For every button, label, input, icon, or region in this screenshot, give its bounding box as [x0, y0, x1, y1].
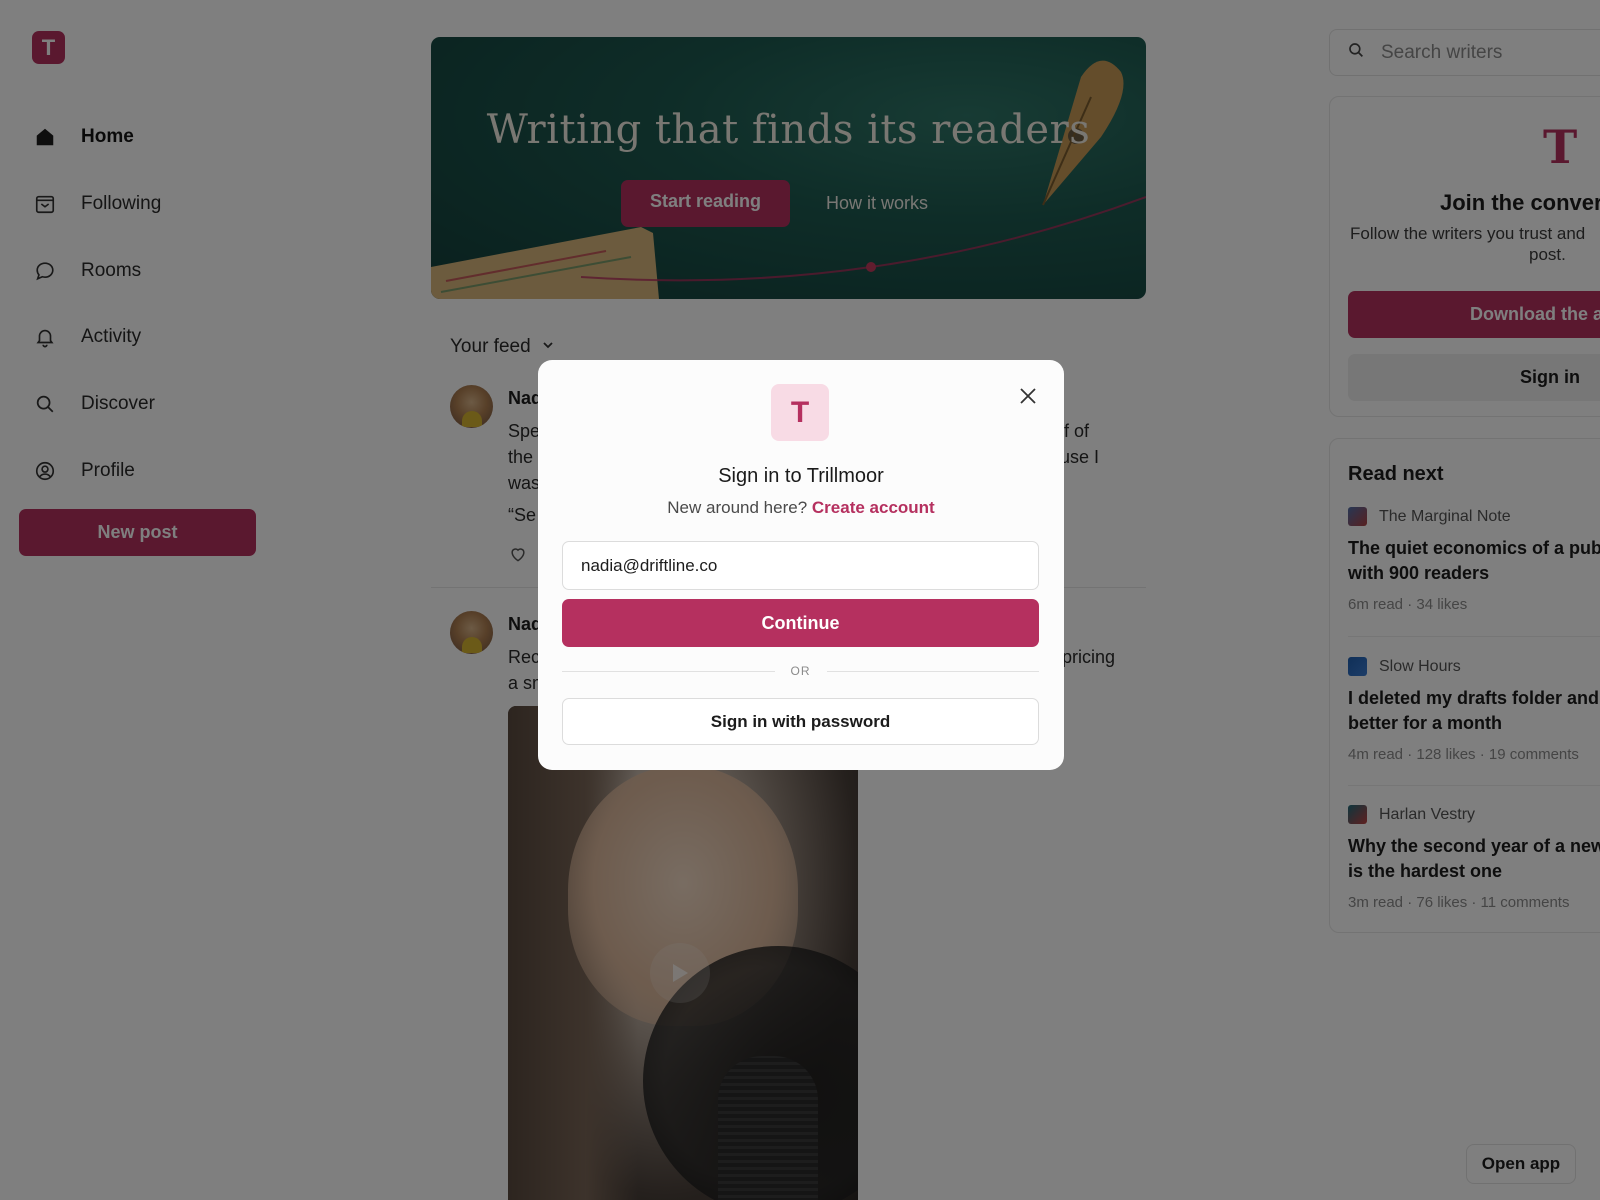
email-field[interactable]: [562, 541, 1039, 590]
or-label: OR: [790, 664, 811, 678]
modal-subtitle-text: New around here?: [667, 498, 808, 517]
modal-logo-letter: T: [790, 395, 810, 429]
modal-logo: T: [771, 384, 829, 441]
continue-button[interactable]: Continue: [562, 599, 1039, 647]
create-account-link[interactable]: Create account: [812, 498, 935, 517]
sign-in-with-password-button[interactable]: Sign in with password: [562, 698, 1039, 745]
modal-title: Sign in to Trillmoor: [718, 465, 884, 487]
or-divider: OR: [562, 661, 1039, 681]
modal-subtitle: New around here? Create account: [538, 498, 1064, 518]
divider-line: [562, 670, 775, 672]
sign-in-modal: T Sign in to Trillmoor New around here? …: [538, 360, 1064, 770]
divider-line: [826, 670, 1039, 672]
close-icon[interactable]: [1016, 384, 1040, 408]
